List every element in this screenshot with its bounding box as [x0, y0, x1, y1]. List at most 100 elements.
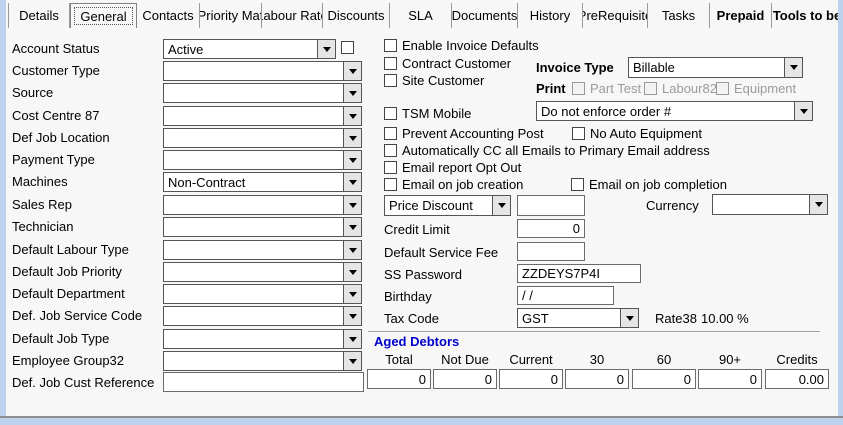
auto-cc-emails-checkbox[interactable]: Automatically CC all Emails to Primary E…	[384, 143, 710, 158]
price-discount-combo[interactable]: Price Discount	[384, 195, 511, 216]
sales-rep-combo[interactable]	[163, 195, 362, 215]
checkbox-label: Part Test	[590, 81, 641, 96]
def-job-cust-reference-input[interactable]	[163, 372, 364, 392]
enable-invoice-defaults-checkbox[interactable]: Enable Invoice Defaults	[384, 38, 539, 53]
dropdown-arrow-icon[interactable]	[784, 58, 802, 77]
tab-label: Details	[19, 8, 59, 23]
checkbox-label: Automatically CC all Emails to Primary E…	[402, 143, 710, 158]
site-customer-checkbox[interactable]: Site Customer	[384, 73, 484, 88]
dropdown-arrow-icon[interactable]	[343, 285, 361, 303]
tab-discounts[interactable]: Discounts	[323, 3, 390, 28]
dropdown-arrow-icon[interactable]	[343, 129, 361, 147]
dropdown-arrow-icon[interactable]	[492, 196, 510, 215]
tab-labour-rate[interactable]: Labour Rate	[262, 3, 323, 28]
currency-combo[interactable]	[712, 194, 828, 215]
birthday-label: Birthday	[384, 289, 432, 304]
aged-total-input[interactable]	[367, 369, 431, 389]
default-labour-type-combo[interactable]	[163, 240, 362, 260]
tab-label: Discounts	[327, 8, 384, 23]
dropdown-arrow-icon[interactable]	[620, 309, 638, 327]
dropdown-arrow-icon[interactable]	[343, 263, 361, 281]
price-discount-amount-input[interactable]	[517, 195, 585, 216]
def-job-location-combo[interactable]	[163, 128, 362, 148]
aged-credits-input[interactable]	[765, 369, 829, 389]
birthday-input[interactable]	[517, 286, 614, 305]
combo-value	[164, 285, 343, 303]
payment-type-combo[interactable]	[163, 150, 362, 170]
email-on-job-creation-checkbox[interactable]: Email on job creation	[384, 177, 523, 192]
tax-code-label: Tax Code	[384, 311, 439, 326]
combo-value	[164, 151, 343, 169]
combo-value	[164, 218, 343, 236]
checkbox-label: Email on job completion	[589, 177, 727, 192]
account-status-checkbox[interactable]	[341, 41, 359, 54]
tab-details[interactable]: Details	[8, 3, 70, 28]
aged-current-input[interactable]	[499, 369, 563, 389]
dropdown-arrow-icon[interactable]	[809, 195, 827, 214]
print-equipment-checkbox: Equipment	[716, 81, 796, 96]
cost-centre-combo[interactable]	[163, 106, 362, 126]
dropdown-arrow-icon[interactable]	[343, 352, 361, 370]
tab-documents[interactable]: Documents	[452, 3, 518, 28]
aged-not-due-input[interactable]	[433, 369, 497, 389]
dropdown-arrow-icon[interactable]	[343, 84, 361, 102]
print-labour82-checkbox: Labour82	[644, 81, 717, 96]
tsm-mobile-checkbox[interactable]: TSM Mobile	[384, 106, 471, 121]
dropdown-arrow-icon[interactable]	[343, 241, 361, 259]
combo-value	[164, 330, 343, 348]
dropdown-arrow-icon[interactable]	[343, 173, 361, 191]
employee-group-combo[interactable]	[163, 351, 362, 371]
checkbox-label: Site Customer	[402, 73, 484, 88]
dropdown-arrow-icon[interactable]	[343, 151, 361, 169]
dropdown-arrow-icon[interactable]	[794, 102, 812, 120]
dropdown-arrow-icon[interactable]	[317, 40, 335, 58]
prevent-accounting-post-checkbox[interactable]: Prevent Accounting Post	[384, 126, 544, 141]
email-report-opt-out-checkbox[interactable]: Email report Opt Out	[384, 160, 521, 175]
tab-sla[interactable]: SLA	[390, 3, 452, 28]
tab-tasks[interactable]: Tasks	[648, 3, 710, 28]
combo-value	[164, 307, 343, 325]
def-job-service-code-combo[interactable]	[163, 306, 362, 326]
no-auto-equipment-checkbox[interactable]: No Auto Equipment	[572, 126, 702, 141]
tab-prerequisite[interactable]: PreRequisite	[583, 3, 648, 28]
contract-customer-checkbox[interactable]: Contract Customer	[384, 56, 511, 71]
technician-combo[interactable]	[163, 217, 362, 237]
aged-30-input[interactable]	[565, 369, 629, 389]
checkbox-box	[384, 107, 397, 120]
default-job-type-combo[interactable]	[163, 329, 362, 349]
ss-password-input[interactable]	[517, 264, 641, 283]
account-status-combo[interactable]: Active	[163, 39, 336, 59]
source-combo[interactable]	[163, 83, 362, 103]
tab-priority-mat[interactable]: Priority Mat	[200, 3, 262, 28]
invoice-type-combo[interactable]: Billable	[628, 57, 803, 78]
tab-general[interactable]: General	[70, 3, 137, 28]
tab-history[interactable]: History	[518, 3, 583, 28]
tab-contacts[interactable]: Contacts	[137, 3, 200, 28]
email-on-job-completion-checkbox[interactable]: Email on job completion	[571, 177, 727, 192]
tab-prepaid[interactable]: Prepaid	[710, 3, 772, 28]
combo-value	[164, 352, 343, 370]
checkbox-box	[384, 57, 397, 70]
dropdown-arrow-icon[interactable]	[343, 62, 361, 80]
default-job-priority-combo[interactable]	[163, 262, 362, 282]
focus-outline	[74, 7, 133, 25]
customer-type-combo[interactable]	[163, 61, 362, 81]
order-enforcement-combo[interactable]: Do not enforce order #	[536, 101, 813, 121]
checkbox-box	[572, 82, 585, 95]
dropdown-arrow-icon[interactable]	[343, 107, 361, 125]
dropdown-arrow-icon[interactable]	[343, 196, 361, 214]
combo-value	[164, 107, 343, 125]
aged-90plus-input[interactable]	[698, 369, 762, 389]
tab-label: Documents	[452, 8, 517, 23]
default-department-combo[interactable]	[163, 284, 362, 304]
dropdown-arrow-icon[interactable]	[343, 307, 361, 325]
aged-60-input[interactable]	[632, 369, 696, 389]
tax-code-combo[interactable]: GST	[517, 308, 639, 328]
tab-tools-to-be[interactable]: Tools to be	[772, 3, 843, 28]
default-service-fee-input[interactable]	[517, 242, 585, 261]
credit-limit-input[interactable]	[517, 219, 585, 238]
machines-combo[interactable]: Non-Contract	[163, 172, 362, 192]
aged-col-30: 30	[565, 352, 629, 367]
dropdown-arrow-icon[interactable]	[343, 218, 361, 236]
dropdown-arrow-icon[interactable]	[343, 330, 361, 348]
